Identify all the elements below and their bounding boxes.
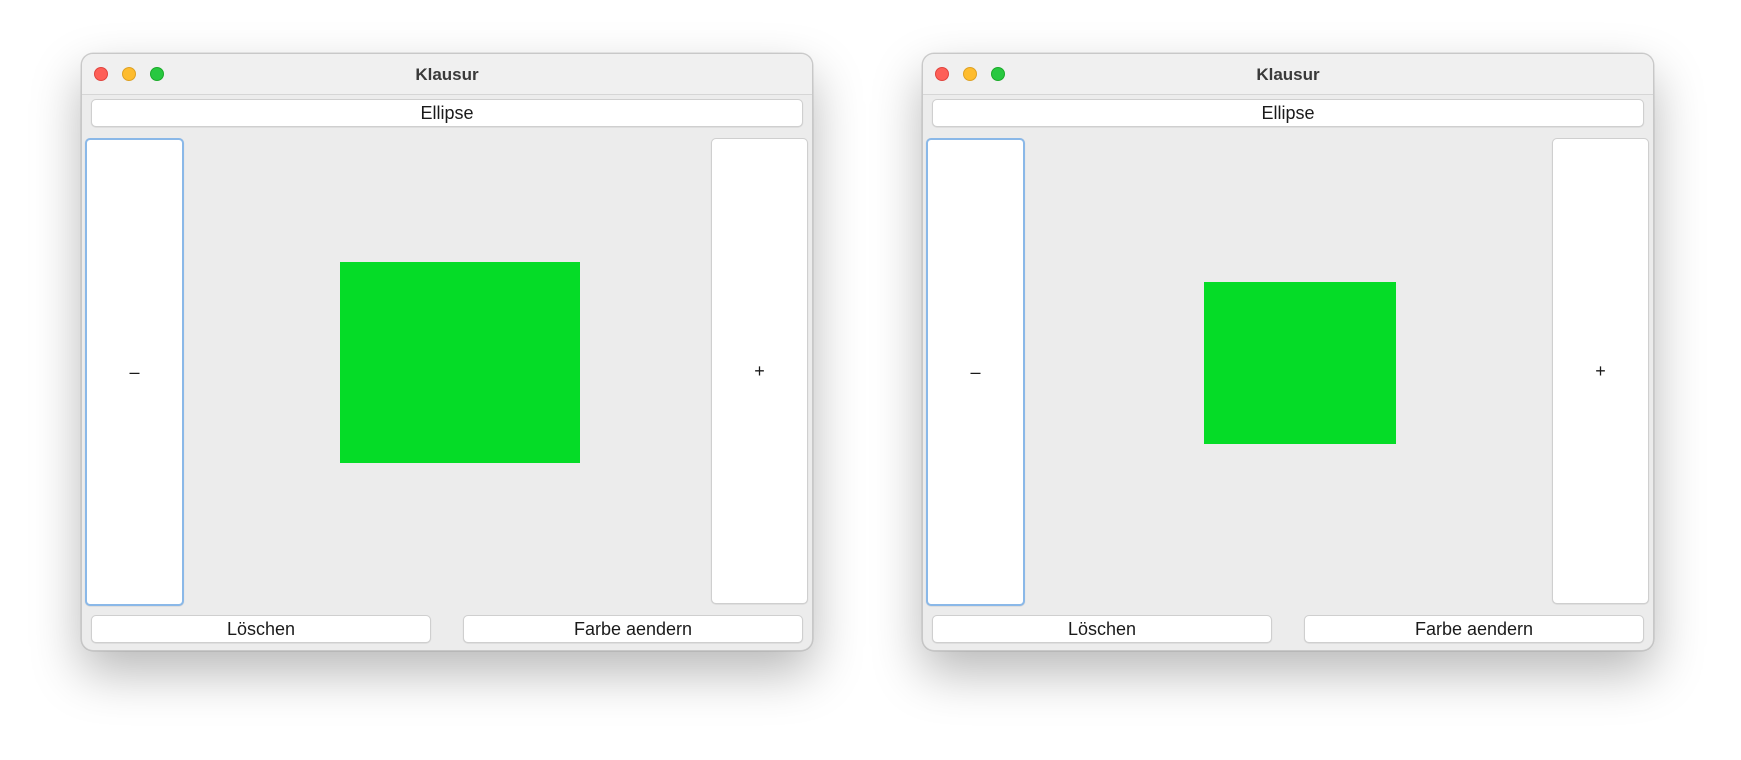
clear-button[interactable]: Löschen xyxy=(932,615,1272,643)
window-title: Klausur xyxy=(1256,65,1320,84)
app-window-left: Klausur Ellipse – + Löschen Farbe aender… xyxy=(81,53,813,651)
title-bar[interactable]: Klausur xyxy=(923,54,1653,95)
clear-button[interactable]: Löschen xyxy=(91,615,431,643)
ellipse-button[interactable]: Ellipse xyxy=(91,99,803,127)
grow-button[interactable]: + xyxy=(711,138,808,604)
change-color-button[interactable]: Farbe aendern xyxy=(1304,615,1644,643)
shrink-button[interactable]: – xyxy=(926,138,1025,606)
ellipse-button[interactable]: Ellipse xyxy=(932,99,1644,127)
window-title: Klausur xyxy=(415,65,479,84)
change-color-button[interactable]: Farbe aendern xyxy=(463,615,803,643)
green-rectangle-shape xyxy=(1204,282,1396,444)
shrink-button[interactable]: – xyxy=(85,138,184,606)
grow-button[interactable]: + xyxy=(1552,138,1649,604)
green-rectangle-shape xyxy=(340,262,580,463)
title-bar[interactable]: Klausur xyxy=(82,54,812,95)
app-window-right: Klausur Ellipse – + Löschen Farbe aender… xyxy=(922,53,1654,651)
